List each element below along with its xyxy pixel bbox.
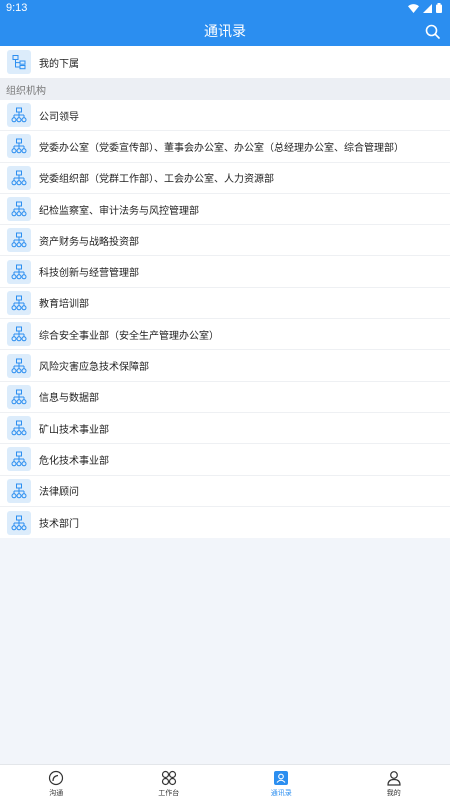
org-chart-icon [7,165,31,190]
org-chart-icon [7,447,31,472]
department-label: 科技创新与经营管理部 [39,268,139,280]
org-chart-icon [7,416,31,441]
department-label: 党委办公室（党委宣传部）、董事会办公室、办公室（总经理办公室、综合管理部） [39,142,404,154]
status-time: 9:13 [6,2,28,14]
department-label: 党委组织部（党群工作部）、工会办公室、人力资源部 [39,174,274,186]
department-item[interactable]: 公司领导 [0,100,450,132]
tab-chat[interactable]: 沟通 [0,765,113,800]
status-icons [408,3,442,13]
top-bar: 9:13 通讯录 [0,0,450,46]
status-bar: 9:13 [0,0,450,16]
search-icon [425,24,440,39]
org-chart-icon [7,290,31,315]
tab-contacts[interactable]: 通讯录 [225,765,338,800]
profile-icon [387,770,401,786]
org-section-title: 组织机构 [6,85,46,97]
workbench-icon [161,770,176,785]
org-chart-icon [7,134,31,159]
department-item[interactable]: 危化技术事业部 [0,444,450,476]
tab-workbench[interactable]: 工作台 [113,765,226,800]
org-chart-icon [7,259,31,284]
department-label: 风险灾害应急技术保障部 [39,362,149,374]
subordinates-label: 我的下属 [39,58,79,70]
org-chart-icon [7,478,31,503]
search-button[interactable] [422,21,442,41]
department-item[interactable]: 技术部门 [0,507,450,538]
tab-profile[interactable]: 我的 [338,765,450,800]
tab-chat-label: 沟通 [49,788,64,797]
department-item[interactable]: 科技创新与经营管理部 [0,256,450,288]
my-subordinates-item[interactable]: 我的下属 [0,46,450,78]
title-bar: 通讯录 [0,16,450,46]
chat-icon [49,770,64,785]
org-chart-icon [7,510,31,535]
department-label: 纪检监察室、审计法务与风控管理部 [39,205,199,217]
department-item[interactable]: 综合安全事业部（安全生产管理办公室） [0,319,450,351]
org-chart-icon [7,228,31,253]
org-chart-icon [7,384,31,409]
bottom-tab-bar: 沟通 工作台 通讯录 我的 [0,764,450,800]
department-label: 教育培训部 [39,299,89,311]
org-chart-icon [7,103,31,128]
department-item[interactable]: 党委组织部（党群工作部）、工会办公室、人力资源部 [0,163,450,194]
contacts-icon [274,770,289,785]
department-item[interactable]: 党委办公室（党委宣传部）、董事会办公室、办公室（总经理办公室、综合管理部） [0,131,450,163]
department-item[interactable]: 纪检监察室、审计法务与风控管理部 [0,194,450,226]
department-label: 危化技术事业部 [39,455,109,467]
department-label: 法律顾问 [39,487,79,499]
department-item[interactable]: 矿山技术事业部 [0,413,450,445]
tab-profile-label: 我的 [386,788,401,797]
subordinates-icon [7,50,31,74]
department-label: 综合安全事业部（安全生产管理办公室） [39,330,219,342]
department-label: 资产财务与战略投资部 [39,236,139,248]
org-chart-icon [7,322,31,347]
department-item[interactable]: 法律顾问 [0,476,450,507]
org-chart-icon [7,353,31,378]
department-item[interactable]: 风险灾害应急技术保障部 [0,350,450,382]
department-label: 矿山技术事业部 [39,424,109,436]
signal-icon [423,3,432,13]
page-title: 通讯录 [204,24,246,40]
department-label: 信息与数据部 [39,393,99,405]
tab-workbench-label: 工作台 [158,788,180,797]
department-item[interactable]: 教育培训部 [0,288,450,320]
org-chart-icon [7,197,31,222]
department-label: 技术部门 [39,519,79,530]
department-item[interactable]: 资产财务与战略投资部 [0,225,450,257]
tab-contacts-label: 通讯录 [270,788,292,797]
department-label: 公司领导 [39,111,79,123]
battery-icon [436,3,442,13]
department-list: 公司领导党委办公室（党委宣传部）、董事会办公室、办公室（总经理办公室、综合管理部… [0,100,450,539]
department-item[interactable]: 信息与数据部 [0,382,450,413]
wifi-icon [408,3,419,13]
org-section-header: 组织机构 [0,78,450,100]
